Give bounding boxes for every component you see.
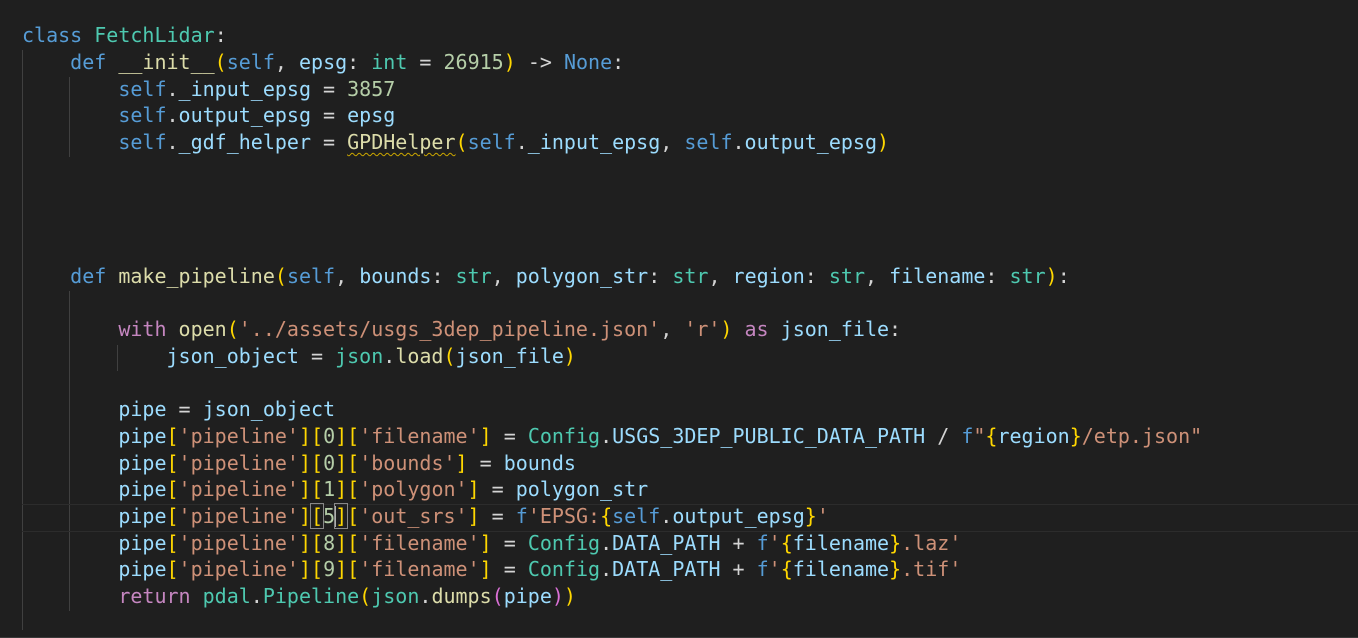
code-line[interactable]: with open('../assets/usgs_3dep_pipeline.… (22, 316, 901, 343)
code-line[interactable]: pipe['pipeline'][1]['polygon'] = polygon… (22, 476, 648, 503)
code-editor[interactable]: class FetchLidar: def __init__(self, eps… (0, 0, 1358, 638)
code-line[interactable]: self.output_epsg = epsg (22, 102, 395, 129)
code-line[interactable]: pipe = json_object (22, 396, 335, 423)
code-line[interactable]: pipe['pipeline'][0]['filename'] = Config… (22, 423, 1202, 450)
code-line[interactable]: return pdal.Pipeline(json.dumps(pipe)) (22, 583, 576, 610)
code-line[interactable]: pipe['pipeline'][5]['out_srs'] = f'EPSG:… (22, 503, 829, 530)
code-line[interactable]: self._gdf_helper = GPDHelper(self._input… (22, 129, 889, 156)
code-line[interactable]: self._input_epsg = 3857 (22, 76, 395, 103)
code-line[interactable]: pipe['pipeline'][9]['filename'] = Config… (22, 556, 961, 583)
code-line[interactable]: def make_pipeline(self, bounds: str, pol… (22, 263, 1070, 290)
code-line[interactable]: class FetchLidar: (22, 22, 227, 49)
code-line[interactable]: def __init__(self, epsg: int = 26915) ->… (22, 49, 624, 76)
code-line[interactable]: pipe['pipeline'][0]['bounds'] = bounds (22, 450, 576, 477)
code-line[interactable]: pipe['pipeline'][8]['filename'] = Config… (22, 530, 961, 557)
code-line[interactable]: json_object = json.load(json_file) (22, 343, 576, 370)
warning-squiggle: GPDHelper (347, 130, 456, 154)
